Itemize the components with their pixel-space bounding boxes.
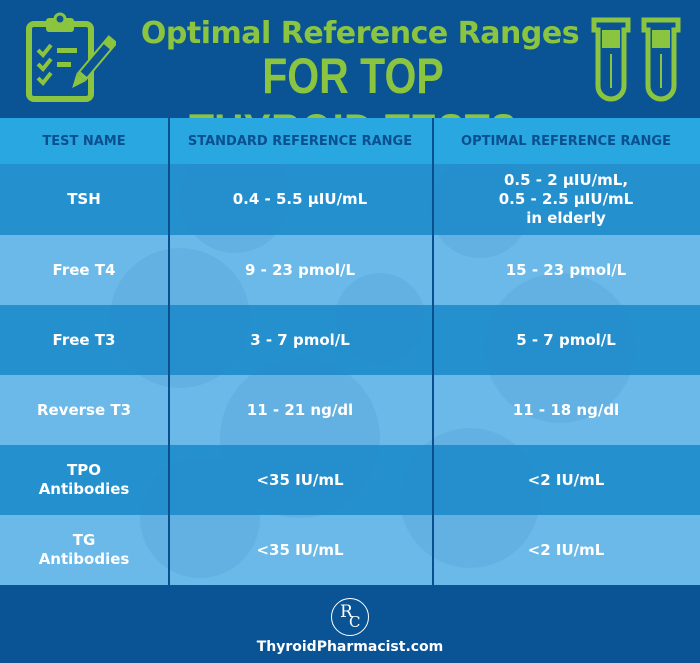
- column-header-optimal-range: OPTIMAL REFERENCE RANGE: [461, 133, 671, 149]
- table-row: TSH 0.4 - 5.5 µIU/mL 0.5 - 2 µIU/mL, 0.5…: [0, 164, 700, 235]
- website-url: ThyroidPharmacist.com: [256, 639, 444, 655]
- optimal-range-cell: <2 IU/mL: [527, 470, 605, 489]
- test-name-cell: TSH: [67, 190, 101, 208]
- clipboard-checklist-pencil-icon: [26, 12, 116, 102]
- header: Optimal Reference Ranges FOR TOP THYROID…: [0, 0, 700, 160]
- logo-letter-c: C: [349, 613, 361, 631]
- standard-range-cell: <35 IU/mL: [256, 540, 344, 559]
- standard-range-cell: 3 - 7 pmol/L: [250, 330, 350, 349]
- table-row: Reverse T3 11 - 21 ng/dl 11 - 18 ng/dl: [0, 375, 700, 445]
- test-name-cell: Free T4: [52, 260, 116, 279]
- standard-range-cell: 9 - 23 pmol/L: [244, 260, 356, 279]
- column-divider: [168, 118, 170, 585]
- table-row: Free T3 3 - 7 pmol/L 5 - 7 pmol/L: [0, 305, 700, 375]
- test-name-cell: TPO Antibodies: [38, 461, 130, 498]
- table-header-row: TEST NAME STANDARD REFERENCE RANGE OPTIM…: [0, 118, 700, 164]
- optimal-range-cell: <2 IU/mL: [527, 540, 605, 559]
- test-name-cell: TG Antibodies: [38, 531, 130, 568]
- rc-logo-icon: R C: [331, 598, 369, 636]
- table-row: TG Antibodies <35 IU/mL <2 IU/mL: [0, 515, 700, 585]
- title-line-1: Optimal Reference Ranges: [140, 16, 580, 51]
- optimal-range-cell: 5 - 7 pmol/L: [516, 330, 616, 349]
- reference-table: TEST NAME STANDARD REFERENCE RANGE OPTIM…: [0, 118, 700, 585]
- standard-range-cell: 0.4 - 5.5 µIU/mL: [232, 190, 368, 208]
- column-header-test-name: TEST NAME: [42, 133, 126, 149]
- optimal-range-cell: 11 - 18 ng/dl: [512, 400, 620, 419]
- standard-range-cell: 11 - 21 ng/dl: [246, 400, 354, 419]
- optimal-range-cell: 15 - 23 pmol/L: [505, 260, 627, 279]
- standard-range-cell: <35 IU/mL: [256, 470, 344, 489]
- test-tubes-icon: [591, 17, 681, 102]
- table-row: Free T4 9 - 23 pmol/L 15 - 23 pmol/L: [0, 235, 700, 305]
- test-name-cell: Reverse T3: [36, 400, 132, 419]
- table-row: TPO Antibodies <35 IU/mL <2 IU/mL: [0, 445, 700, 515]
- column-divider: [432, 118, 434, 585]
- footer: R C ThyroidPharmacist.com: [0, 585, 700, 663]
- column-header-standard-range: STANDARD REFERENCE RANGE: [187, 133, 413, 149]
- test-name-cell: Free T3: [52, 330, 116, 349]
- optimal-range-cell: 0.5 - 2 µIU/mL, 0.5 - 2.5 µIU/mL in elde…: [498, 171, 634, 227]
